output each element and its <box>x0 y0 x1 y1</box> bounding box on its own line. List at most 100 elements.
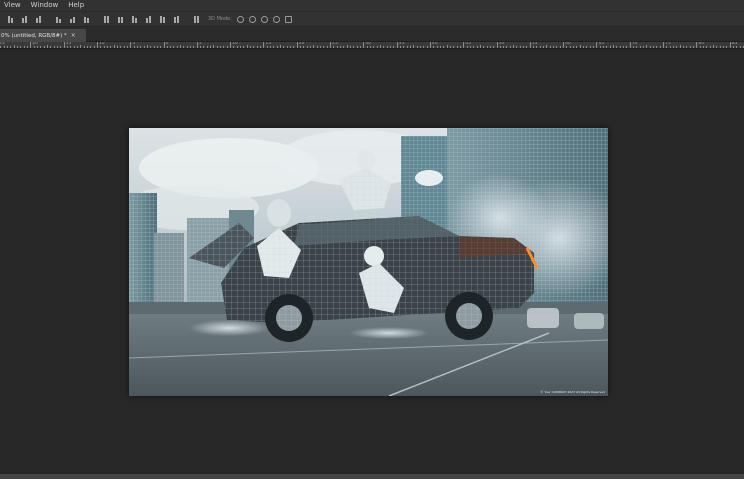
ruler-tick <box>313 45 315 48</box>
orbit-3d-icon[interactable] <box>236 15 244 23</box>
ruler-tick <box>516 46 518 48</box>
ruler-tick <box>483 46 485 48</box>
ruler-tick <box>616 46 618 48</box>
ruler-tick <box>240 46 242 48</box>
align-horizontal-centers-icon[interactable] <box>20 15 28 23</box>
menu-window[interactable]: Window <box>26 0 64 11</box>
ruler-tick <box>73 46 75 48</box>
document-tab[interactable]: 0% (untitled, RGB/8#) * × <box>0 29 86 42</box>
ruler-label: 0 <box>165 42 169 46</box>
ruler-tick <box>546 45 548 48</box>
ruler-tick <box>453 46 455 48</box>
ruler-tick <box>296 42 298 48</box>
ruler-tick <box>656 46 658 48</box>
ruler-tick <box>676 46 678 48</box>
ruler-tick <box>596 42 598 48</box>
menu-view[interactable]: View <box>0 0 26 11</box>
ruler-tick <box>732 46 734 48</box>
align-left-edges-icon[interactable] <box>6 15 14 23</box>
distribute-right-icon[interactable] <box>172 15 180 23</box>
ruler-label: 20 <box>298 42 305 46</box>
ruler-label: 55 <box>531 42 538 46</box>
roll-3d-icon[interactable] <box>248 15 256 23</box>
ruler-tick <box>66 46 68 48</box>
ruler-tick <box>553 46 555 48</box>
distribute-top-icon[interactable] <box>102 15 110 23</box>
ruler-tick <box>136 46 138 48</box>
ruler-tick <box>316 46 318 48</box>
ruler-label: 50 <box>498 42 505 46</box>
ruler-tick <box>433 46 435 48</box>
ruler-tick <box>303 46 305 48</box>
pan-3d-icon[interactable] <box>260 15 268 23</box>
ruler-tick <box>716 46 718 48</box>
ruler-tick <box>200 46 202 48</box>
distribute-bottom-icon[interactable] <box>130 15 138 23</box>
ruler-tick <box>499 46 501 48</box>
ruler-tick <box>376 46 378 48</box>
ruler-tick <box>306 46 308 48</box>
ruler-label: 15 <box>265 42 272 46</box>
ruler-tick <box>16 46 18 48</box>
ruler-tick <box>226 46 228 48</box>
ruler-tick <box>110 46 112 48</box>
slide-3d-icon[interactable] <box>272 15 280 23</box>
ruler-tick <box>163 42 165 48</box>
ruler-tick <box>63 42 65 48</box>
ruler-tick <box>476 46 478 48</box>
ruler-tick <box>409 46 411 48</box>
ruler-tick <box>389 46 391 48</box>
ruler-tick <box>359 46 361 48</box>
auto-align-layers-icon[interactable] <box>192 15 200 23</box>
ruler-tick <box>103 46 105 48</box>
ruler-tick <box>243 46 245 48</box>
ruler-tick <box>203 46 205 48</box>
ruler-tick <box>466 46 468 48</box>
ruler-tick <box>722 46 724 48</box>
ruler-tick <box>736 46 738 48</box>
ruler-tick <box>549 46 551 48</box>
ruler-tick <box>30 42 32 48</box>
document-canvas[interactable]: © Your COMPANY 2023 All Rights Reserved <box>129 128 608 396</box>
scale-3d-icon[interactable] <box>284 15 292 23</box>
align-right-edges-icon[interactable] <box>34 15 42 23</box>
ruler-tick <box>343 46 345 48</box>
ruler-tick <box>160 46 162 48</box>
ruler-label: 70 <box>631 42 638 46</box>
ruler-label: 15 <box>65 42 72 46</box>
ruler-tick <box>339 46 341 48</box>
ruler-tick <box>90 46 92 48</box>
menu-bar: View Window Help <box>0 0 744 11</box>
align-top-edges-icon[interactable] <box>54 16 62 23</box>
ruler-tick <box>106 46 108 48</box>
ruler-label: 10 <box>98 42 105 46</box>
distribute-horizontal-icon[interactable] <box>158 15 166 23</box>
ruler-tick <box>143 46 145 48</box>
ruler-tick <box>653 46 654 48</box>
ruler-tick <box>643 46 645 48</box>
ruler-tick <box>223 46 225 48</box>
menu-help[interactable]: Help <box>63 0 89 11</box>
horizontal-ruler: 2520151050510152025303540455055606570758… <box>0 42 744 49</box>
ruler-tick <box>193 46 195 48</box>
close-icon[interactable]: × <box>71 32 76 39</box>
ruler-tick <box>140 46 142 48</box>
ruler-tick <box>120 46 122 48</box>
ruler-tick <box>283 46 285 48</box>
ruler-tick <box>133 46 135 48</box>
distribute-left-icon[interactable] <box>144 15 152 23</box>
ruler-tick <box>699 46 701 48</box>
distribute-centers-icon[interactable] <box>116 16 124 23</box>
ruler-tick <box>523 46 525 48</box>
align-bottom-edges-icon[interactable] <box>82 16 90 23</box>
ruler-tick <box>639 46 641 48</box>
ruler-tick <box>509 46 511 48</box>
ruler-tick <box>263 42 265 48</box>
ruler-tick <box>349 46 351 48</box>
ruler-tick <box>503 46 505 48</box>
ruler-tick <box>70 46 72 48</box>
align-vertical-centers-icon[interactable] <box>68 16 76 23</box>
ruler-label: 25 <box>332 42 338 46</box>
ruler-tick <box>473 46 475 48</box>
ruler-tick <box>153 46 155 48</box>
